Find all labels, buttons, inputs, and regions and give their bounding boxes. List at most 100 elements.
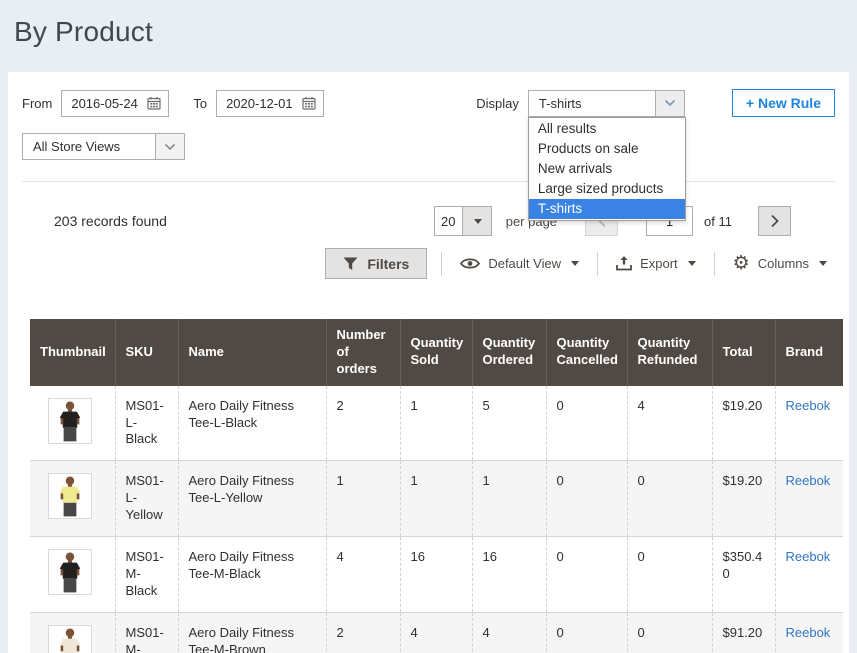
calendar-icon	[302, 96, 316, 110]
filter-funnel-icon	[343, 257, 358, 271]
quantity-ordered-cell: 4	[472, 612, 546, 653]
number-of-orders-cell: 1	[326, 461, 400, 537]
filter-row: From 2016-05-24 To 2020-12-01 Display T-…	[22, 89, 835, 117]
sku-cell: MS01-M-Black	[115, 537, 178, 613]
column-header[interactable]: Quantity Cancelled	[546, 319, 627, 386]
column-header[interactable]: Quantity Sold	[400, 319, 472, 386]
brand-cell: Reebok	[775, 461, 843, 537]
quantity-ordered-cell: 16	[472, 537, 546, 613]
records-found: 203 records found	[54, 213, 167, 229]
grid-toolbar: Filters Default View Export ⚙ Columns	[22, 236, 835, 279]
column-header[interactable]: Quantity Refunded	[627, 319, 712, 386]
export-button-label: Export	[640, 256, 678, 271]
export-icon	[616, 256, 632, 271]
quantity-ordered-cell: 5	[472, 386, 546, 461]
sku-cell: MS01-L-Yellow	[115, 461, 178, 537]
total-cell: $350.40	[712, 537, 775, 613]
display-option[interactable]: T-shirts	[529, 199, 685, 219]
brand-link[interactable]: Reebok	[786, 398, 831, 413]
columns-button[interactable]: ⚙ Columns	[729, 254, 831, 273]
quantity-refunded-cell: 0	[627, 612, 712, 653]
toolbar-divider	[441, 252, 442, 276]
quantity-sold-cell: 1	[400, 386, 472, 461]
product-thumbnail[interactable]	[48, 473, 92, 519]
chevron-down-icon	[655, 91, 684, 116]
number-of-orders-cell: 2	[326, 612, 400, 653]
chevron-down-icon	[155, 134, 184, 159]
display-option[interactable]: New arrivals	[529, 159, 685, 179]
from-date-field[interactable]: 2016-05-24	[61, 90, 169, 117]
brand-link[interactable]: Reebok	[786, 473, 831, 488]
quantity-refunded-cell: 0	[627, 537, 712, 613]
page-title: By Product	[0, 0, 857, 48]
eye-icon	[460, 257, 480, 270]
quantity-ordered-cell: 1	[472, 461, 546, 537]
table-header-row: ThumbnailSKUNameNumber of ordersQuantity…	[30, 319, 843, 386]
table-row: MS01-L-YellowAero Daily Fitness Tee-L-Ye…	[30, 461, 843, 537]
product-thumbnail[interactable]	[48, 549, 92, 595]
product-thumbnail[interactable]	[48, 398, 92, 444]
display-dropdown: All resultsProducts on saleNew arrivalsL…	[528, 117, 686, 221]
brand-cell: Reebok	[775, 612, 843, 653]
from-date-value: 2016-05-24	[71, 96, 138, 111]
number-of-orders-cell: 2	[326, 386, 400, 461]
to-label: To	[193, 96, 207, 111]
quantity-refunded-cell: 4	[627, 386, 712, 461]
view-switcher[interactable]: Default View	[456, 256, 583, 271]
product-thumbnail[interactable]	[48, 625, 92, 653]
total-cell: $19.20	[712, 461, 775, 537]
quantity-cancelled-cell: 0	[546, 386, 627, 461]
brand-cell: Reebok	[775, 386, 843, 461]
column-header[interactable]: Number of orders	[326, 319, 400, 386]
gear-icon: ⚙	[733, 254, 750, 273]
brand-link[interactable]: Reebok	[786, 625, 831, 640]
store-view-select[interactable]: All Store Views	[22, 133, 185, 160]
column-header[interactable]: Thumbnail	[30, 319, 115, 386]
total-pages-label: of 11	[704, 214, 732, 229]
name-cell: Aero Daily Fitness Tee-M-Brown	[178, 612, 326, 653]
column-header[interactable]: Total	[712, 319, 775, 386]
name-cell: Aero Daily Fitness Tee-L-Yellow	[178, 461, 326, 537]
brand-link[interactable]: Reebok	[786, 549, 831, 564]
display-label: Display	[476, 96, 519, 111]
calendar-icon	[147, 96, 161, 110]
column-header[interactable]: Name	[178, 319, 326, 386]
per-page-select[interactable]: 20	[434, 206, 463, 236]
column-header[interactable]: SKU	[115, 319, 178, 386]
display-select[interactable]: T-shirts All resultsProducts on saleNew …	[528, 90, 685, 117]
columns-button-label: Columns	[758, 256, 809, 271]
caret-down-icon	[474, 219, 482, 224]
next-page-button[interactable]	[758, 206, 791, 236]
filters-button[interactable]: Filters	[325, 248, 427, 279]
quantity-sold-cell: 16	[400, 537, 472, 613]
to-date-field[interactable]: 2020-12-01	[216, 90, 324, 117]
chevron-right-icon	[770, 214, 780, 228]
sku-cell: MS01-M-Brown	[115, 612, 178, 653]
quantity-sold-cell: 4	[400, 612, 472, 653]
name-cell: Aero Daily Fitness Tee-L-Black	[178, 386, 326, 461]
toolbar-divider	[714, 252, 715, 276]
column-header[interactable]: Brand	[775, 319, 843, 386]
content-card: From 2016-05-24 To 2020-12-01 Display T-…	[8, 72, 849, 653]
table-row: MS01-M-BrownAero Daily Fitness Tee-M-Bro…	[30, 612, 843, 653]
display-option[interactable]: Large sized products	[529, 179, 685, 199]
brand-cell: Reebok	[775, 537, 843, 613]
toolbar-divider	[597, 252, 598, 276]
display-option[interactable]: All results	[529, 119, 685, 139]
store-view-row: All Store Views	[22, 133, 835, 182]
new-rule-button[interactable]: + New Rule	[732, 89, 835, 117]
sku-cell: MS01-L-Black	[115, 386, 178, 461]
name-cell: Aero Daily Fitness Tee-M-Black	[178, 537, 326, 613]
display-option[interactable]: Products on sale	[529, 139, 685, 159]
filters-button-label: Filters	[367, 256, 409, 272]
per-page-dropdown-button[interactable]	[463, 206, 492, 236]
export-button[interactable]: Export	[612, 256, 700, 271]
column-header[interactable]: Quantity Ordered	[472, 319, 546, 386]
caret-down-icon	[819, 261, 827, 266]
from-label: From	[22, 96, 52, 111]
display-select-value: T-shirts	[529, 91, 655, 116]
report-table: ThumbnailSKUNameNumber of ordersQuantity…	[30, 319, 843, 653]
to-date-value: 2020-12-01	[226, 96, 293, 111]
quantity-refunded-cell: 0	[627, 461, 712, 537]
quantity-cancelled-cell: 0	[546, 612, 627, 653]
